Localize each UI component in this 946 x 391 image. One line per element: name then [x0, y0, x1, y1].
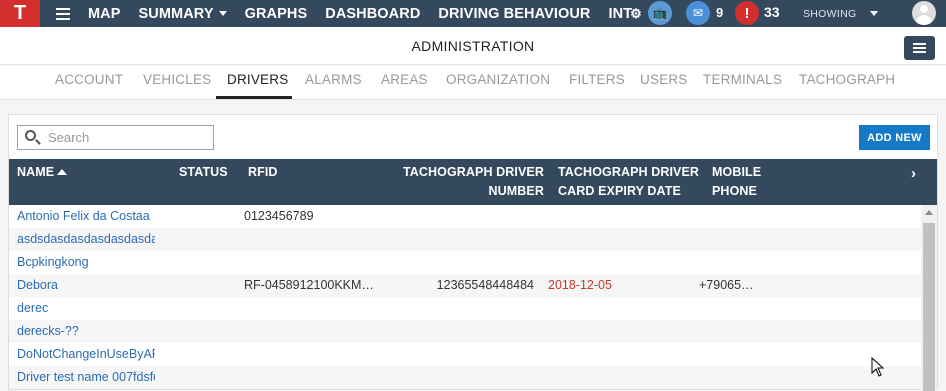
scroll-up-arrow-icon[interactable] [925, 210, 933, 215]
admin-tabs: ACCOUNT VEHICLES DRIVERS ALARMS AREAS OR… [0, 66, 946, 100]
app-logo[interactable]: T [0, 0, 40, 27]
search-box[interactable] [17, 125, 214, 150]
nav-map[interactable]: MAP [88, 6, 121, 22]
driver-name[interactable]: Driver test name 007fdsfds [17, 370, 155, 384]
column-header-card-expiry[interactable]: TACHOGRAPH DRIVER CARD EXPIRY DATE [558, 163, 699, 201]
admin-menu-button[interactable] [904, 36, 935, 60]
column-header-mobile-phone-line1: MOBILE [712, 165, 762, 179]
driver-name[interactable]: Bcpkingkong [17, 255, 155, 269]
gear-icon: ⚙ [630, 5, 642, 21]
mail-icon[interactable]: ✉ [686, 1, 710, 25]
column-header-name[interactable]: NAME [17, 163, 68, 182]
driver-tachograph-number: 12365548448484 [436, 278, 534, 292]
tv-icon[interactable]: 📺 [648, 1, 672, 25]
driver-name[interactable]: derecks-?? [17, 324, 155, 338]
driver-name[interactable]: derec [17, 301, 155, 315]
chevron-down-icon [218, 11, 227, 17]
column-header-mobile-phone-line2: PHONE [712, 184, 757, 198]
tab-tachograph[interactable]: TACHOGRAPH [799, 72, 895, 87]
user-avatar[interactable] [912, 1, 936, 25]
tab-alarms[interactable]: ALARMS [305, 72, 362, 87]
column-header-mobile-phone[interactable]: MOBILE PHONE [712, 163, 761, 201]
chevron-right-icon[interactable]: › [911, 165, 916, 182]
driver-name[interactable]: DoNotChangeInUseByAPI [17, 347, 155, 361]
nav-graphs[interactable]: GRAPHS [245, 6, 308, 22]
add-new-button[interactable]: ADD NEW [859, 125, 930, 150]
column-header-tachograph-number-line2: NUMBER [488, 184, 544, 198]
table-header: NAME STATUS RFID TACHOGRAPH DRIVER NUMBE… [9, 159, 937, 205]
table-row[interactable]: asdsdasdasdasdasdasdas [9, 228, 921, 251]
nav-more-label: INT [608, 5, 633, 22]
table-row[interactable]: Bcpkingkong [9, 251, 921, 274]
showing-chevron-down-icon[interactable] [870, 11, 878, 16]
column-header-card-expiry-line2: CARD EXPIRY DATE [558, 184, 681, 198]
tab-terminals[interactable]: TERMINALS [703, 72, 782, 87]
nav-driving-behaviour[interactable]: DRIVING BEHAVIOUR [438, 6, 590, 22]
column-header-rfid[interactable]: RFID [248, 163, 278, 182]
nav-dashboard[interactable]: DASHBOARD [325, 6, 420, 22]
driver-name[interactable]: Antonio Felix da Costaa [17, 209, 155, 223]
tab-filters[interactable]: FILTERS [569, 72, 625, 87]
tab-users[interactable]: USERS [640, 72, 688, 87]
column-header-tachograph-number-line1: TACHOGRAPH DRIVER [402, 165, 544, 179]
nav-summary-label: SUMMARY [138, 5, 214, 22]
column-header-name-label: NAME [17, 165, 55, 179]
column-header-card-expiry-line1: TACHOGRAPH DRIVER [558, 165, 700, 179]
table-body: Antonio Felix da Costaa 0123456789 asdsd… [9, 205, 921, 391]
tab-organization[interactable]: ORGANIZATION [446, 72, 550, 87]
driver-rfid: 0123456789 [244, 209, 314, 223]
search-input[interactable] [48, 128, 208, 147]
driver-name[interactable]: asdsdasdasdasdasdasdas [17, 232, 155, 246]
vertical-scrollbar[interactable] [921, 205, 937, 391]
driver-mobile: +79065… [699, 278, 754, 292]
mouse-cursor-icon [871, 357, 885, 377]
table-row[interactable]: Driver test name 007fdsfds [9, 366, 921, 389]
page-title: ADMINISTRATION [411, 38, 535, 54]
nav-more[interactable]: INT⚙ [609, 6, 642, 22]
messages-count: 9 [716, 5, 724, 20]
table-row[interactable]: derecks-?? [9, 320, 921, 343]
active-tab-indicator [216, 96, 292, 99]
drivers-panel: ADD NEW NAME STATUS RFID TACHOGRAPH DRIV… [8, 114, 938, 391]
nav-summary[interactable]: SUMMARY [139, 6, 227, 22]
table-row[interactable]: derec [9, 297, 921, 320]
column-header-tachograph-number[interactable]: TACHOGRAPH DRIVER NUMBER [389, 163, 544, 201]
table-row[interactable]: DoNotChangeInUseByAPI [9, 343, 921, 366]
tab-drivers[interactable]: DRIVERS [227, 72, 288, 87]
showing-selector[interactable]: SHOWING [803, 8, 856, 20]
column-header-status[interactable]: STATUS [179, 163, 228, 182]
admin-header: ADMINISTRATION [0, 27, 946, 65]
table-row[interactable]: Antonio Felix da Costaa 0123456789 [9, 205, 921, 228]
search-icon [25, 130, 36, 141]
sort-ascending-icon [57, 169, 68, 175]
hamburger-menu-icon[interactable] [56, 7, 70, 20]
alerts-count: 33 [764, 4, 780, 20]
top-nav-bar: T MAP SUMMARY GRAPHS DASHBOARD DRIVING B… [0, 0, 946, 27]
scroll-thumb[interactable] [923, 223, 935, 391]
driver-name[interactable]: Debora [17, 278, 155, 292]
tab-account[interactable]: ACCOUNT [55, 72, 123, 87]
tab-vehicles[interactable]: VEHICLES [143, 72, 211, 87]
driver-card-expiry: 2018-12-05 [548, 278, 612, 292]
table-row[interactable]: Debora RF-0458912100KKM… 12365548448484 … [9, 274, 921, 297]
tab-areas[interactable]: AREAS [381, 72, 428, 87]
alert-icon[interactable]: ! [735, 1, 759, 25]
